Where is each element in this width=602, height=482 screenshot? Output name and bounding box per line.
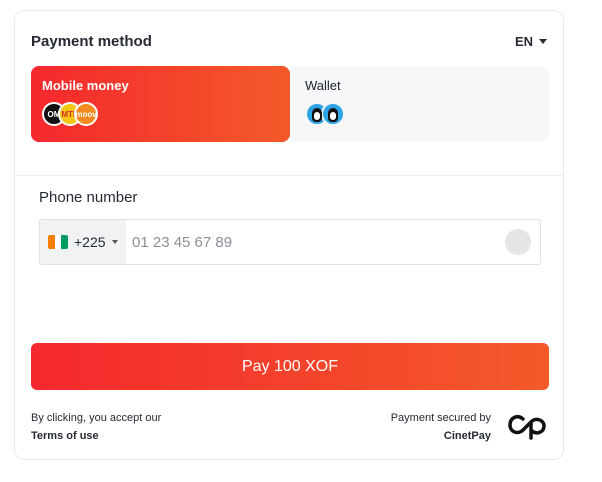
dial-code: +225 bbox=[74, 234, 106, 250]
language-selector[interactable]: EN bbox=[515, 34, 547, 49]
wallet-penguin-icon bbox=[321, 102, 345, 126]
input-status-icon bbox=[505, 229, 531, 255]
brand-name: CinetPay bbox=[443, 430, 491, 442]
method-label: Wallet bbox=[305, 78, 341, 93]
pay-button[interactable]: Pay 100 XOF bbox=[31, 343, 549, 390]
secured-text: Payment secured by bbox=[390, 412, 491, 424]
provider-logos: OM MTN moov bbox=[42, 102, 279, 126]
page-title: Payment method bbox=[31, 32, 152, 50]
chevron-down-icon bbox=[111, 240, 118, 244]
consent-note: By clicking, you accept our Terms of use bbox=[31, 409, 161, 445]
payment-method-tabs: Mobile money OM MTN moov Wallet bbox=[31, 66, 549, 142]
wallet-logos bbox=[305, 102, 538, 126]
card-header: Payment method EN bbox=[31, 29, 547, 53]
method-label: Mobile money bbox=[42, 78, 129, 93]
country-code-selector[interactable]: +225 bbox=[40, 220, 126, 264]
consent-text: By clicking, you accept our bbox=[31, 412, 162, 424]
phone-number-input[interactable] bbox=[126, 221, 505, 263]
security-note: Payment secured by CinetPay bbox=[391, 409, 491, 445]
ivory-coast-flag-icon bbox=[48, 235, 68, 249]
moov-money-logo-icon: moov bbox=[74, 102, 98, 126]
section-divider bbox=[15, 175, 563, 176]
phone-number-label: Phone number bbox=[39, 189, 138, 206]
method-mobile-money[interactable]: Mobile money OM MTN moov bbox=[31, 66, 290, 142]
method-wallet[interactable]: Wallet bbox=[290, 66, 549, 142]
payment-card: Payment method EN Mobile money OM MTN mo… bbox=[14, 10, 564, 460]
language-code: EN bbox=[514, 33, 533, 49]
cinetpay-logo-icon bbox=[508, 415, 546, 440]
phone-field: +225 bbox=[39, 219, 541, 265]
chevron-down-icon bbox=[539, 38, 547, 44]
terms-of-use-link[interactable]: Terms of use bbox=[31, 430, 99, 442]
